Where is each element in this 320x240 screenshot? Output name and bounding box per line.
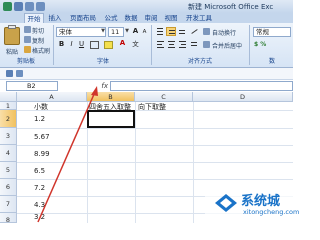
watermark-logo-icon — [215, 194, 237, 212]
watermark-url: xitongcheng.com — [243, 208, 300, 216]
watermark-text: 系统城 — [241, 194, 281, 209]
